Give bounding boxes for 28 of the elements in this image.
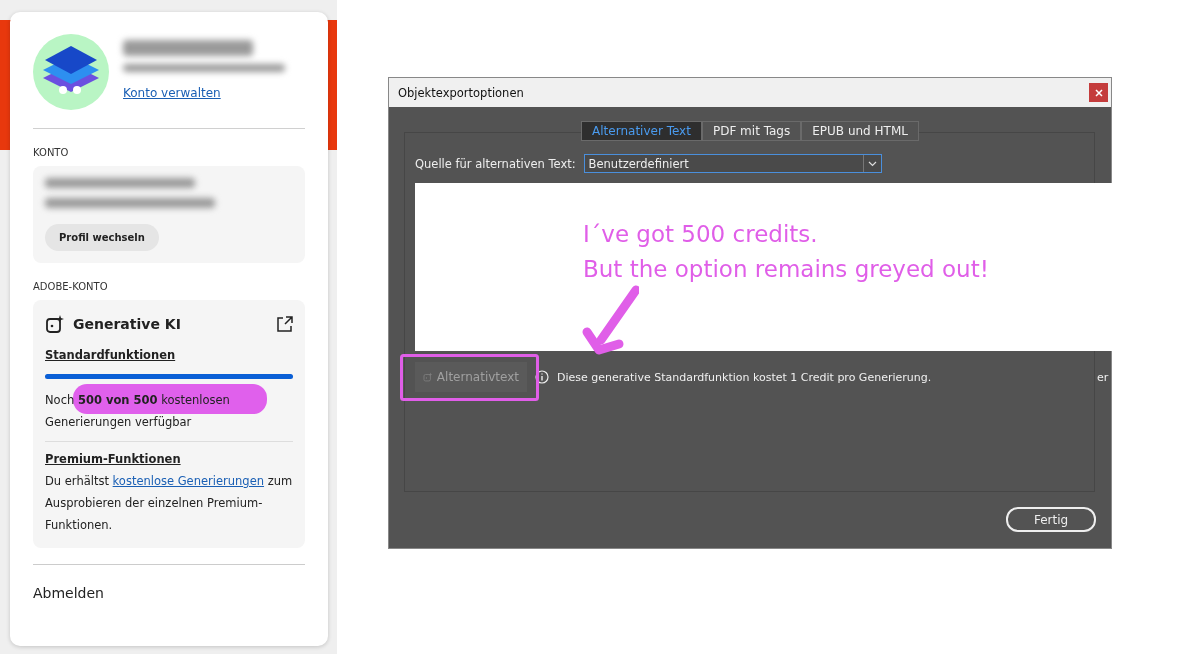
annotation-text: But the option remains greyed out! bbox=[583, 255, 990, 284]
info-icon bbox=[535, 370, 549, 384]
section-heading: KONTO bbox=[33, 147, 70, 158]
sign-out-link[interactable]: Abmelden bbox=[33, 585, 305, 601]
free-generations-link[interactable]: kostenlose Generierungen bbox=[112, 474, 265, 488]
annotation-text: I´ve got 500 credits. bbox=[583, 220, 819, 249]
premium-text: Du erhältst kostenlose Generierungen zum Ausprobieren der einzelnen Premium-Funktionen. bbox=[45, 473, 293, 534]
tab[interactable]: PDF mit Tags bbox=[701, 121, 802, 141]
section-heading: ADOBE-KONTO bbox=[33, 281, 109, 292]
source-dropdown[interactable]: Benutzerdefiniert bbox=[583, 154, 882, 173]
external-link-icon[interactable] bbox=[277, 316, 293, 332]
tab[interactable]: EPUB und HTML bbox=[801, 121, 919, 141]
switch-profile-button[interactable]: Profil wechseln bbox=[45, 224, 159, 251]
close-icon bbox=[1094, 88, 1103, 97]
done-button[interactable]: Fertig bbox=[1006, 507, 1096, 532]
credits-text: Noch 500 von 500 kostenlosen Generierungen verfügbar bbox=[45, 392, 231, 431]
sparkle-frame-icon bbox=[45, 314, 65, 334]
standard-heading: Standardfunktionen bbox=[45, 348, 177, 362]
info-text: Diese generative Standardfunktion kostet 1 Credit pro Generierung. bbox=[557, 370, 932, 384]
chevron-down-icon bbox=[867, 160, 877, 167]
card-title: Generative KI bbox=[73, 316, 182, 332]
close-button[interactable] bbox=[1089, 83, 1108, 102]
window-title: Objektexportoptionen bbox=[398, 85, 524, 100]
manage-account-link[interactable]: Konto verwalten bbox=[123, 86, 221, 100]
tab[interactable]: Alternativer Text bbox=[581, 121, 702, 141]
clipped-text: er bbox=[1097, 370, 1109, 384]
premium-heading: Premium-Funktionen bbox=[45, 452, 182, 466]
source-label: Quelle für alternativen Text: bbox=[415, 156, 576, 171]
